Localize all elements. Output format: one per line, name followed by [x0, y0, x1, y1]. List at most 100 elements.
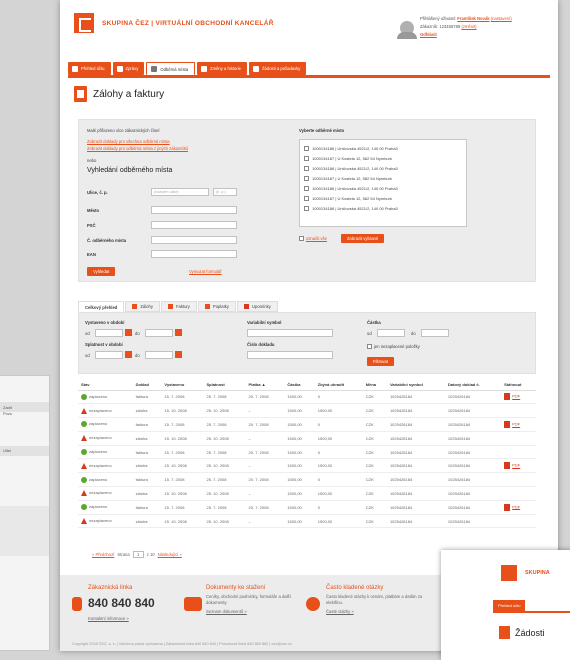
- faq-text: Často kladené otázky k cenám, platbám a …: [326, 594, 423, 605]
- select-all-checkbox[interactable]: [299, 236, 304, 241]
- prev-page-link[interactable]: « Předchozí: [92, 552, 114, 557]
- city-input[interactable]: [151, 206, 237, 214]
- logout-link[interactable]: Odhlásit: [420, 32, 437, 37]
- search-button[interactable]: Vyhledat: [87, 267, 116, 276]
- calendar-icon[interactable]: [175, 351, 182, 358]
- cell-due: 25. 7. 2008: [203, 417, 246, 432]
- filter-button[interactable]: Filtrovat: [367, 357, 394, 366]
- tab-fees[interactable]: Poplatky: [197, 301, 236, 312]
- zip-input[interactable]: [151, 221, 237, 229]
- faq-link[interactable]: Časté otázky »: [326, 609, 426, 615]
- consumption-point-checkbox[interactable]: [304, 175, 309, 181]
- tab-messages[interactable]: Zprávy: [112, 62, 145, 75]
- column-header: Vystaveno: [161, 379, 204, 391]
- tab-reminders[interactable]: Upomínky: [236, 301, 278, 312]
- doc-number-input[interactable]: [247, 351, 333, 359]
- ean-input[interactable]: [151, 250, 237, 258]
- pdf-icon[interactable]: [504, 393, 511, 401]
- change-customer-link[interactable]: (změnit): [461, 24, 476, 29]
- cell-currency: CZK: [362, 486, 387, 501]
- consumption-point-checkbox[interactable]: [304, 155, 309, 161]
- table-row[interactable]: zaplaceno faktura 15. 7. 2008 25. 7. 2008 20…: [78, 472, 536, 488]
- consumption-point-checkbox[interactable]: [304, 195, 309, 201]
- table-row[interactable]: zaplaceno faktura 15. 7. 2008 25. 7. 2008 20…: [78, 500, 536, 515]
- table-row[interactable]: nezaplaceno záloha 15. 10. 2008 25. 10. 200…: [78, 458, 536, 474]
- due-to-input[interactable]: [145, 351, 173, 359]
- overlay-tab[interactable]: Přehled účtu: [493, 600, 526, 611]
- documents-link[interactable]: Seznam dokumentů »: [206, 609, 306, 615]
- cell-due: 25. 7. 2008: [203, 390, 246, 405]
- pdf-link[interactable]: PDF: [512, 394, 520, 399]
- cez-logo[interactable]: [74, 13, 94, 33]
- consumption-point-checkbox[interactable]: [304, 145, 309, 151]
- pdf-link[interactable]: PDF: [512, 504, 520, 509]
- consumption-point-item[interactable]: 1000134186 | Uničovská 4521/2, 140 00 Pr…: [304, 183, 462, 193]
- other-customers-link[interactable]: Zobrazit doklady pro odběrná místa z jin…: [87, 146, 188, 151]
- issued-to-input[interactable]: [145, 329, 173, 337]
- pdf-icon[interactable]: [504, 420, 511, 428]
- pdf-icon[interactable]: [504, 503, 511, 511]
- pdf-icon[interactable]: [504, 462, 511, 470]
- calendar-icon[interactable]: [125, 351, 132, 358]
- all-points-link[interactable]: Zobrazit doklady pro všechna odběrná mís…: [87, 139, 170, 144]
- due-from-input[interactable]: [95, 351, 123, 359]
- cell-doc: faktura: [132, 417, 162, 432]
- calendar-icon[interactable]: [125, 329, 132, 336]
- next-page-link[interactable]: Následující »: [158, 552, 182, 557]
- tab-consumption-points[interactable]: Odběrná místa: [146, 62, 196, 75]
- house-number-input[interactable]: (č. p.): [213, 188, 237, 196]
- tab-overview[interactable]: Celkový přehled: [78, 301, 125, 312]
- warning-icon: [81, 462, 87, 469]
- tab-deposits[interactable]: Zálohy: [125, 301, 160, 312]
- cell-currency: CZK: [362, 390, 387, 405]
- consumption-point-item[interactable]: 1000134186 | Uničovská 4521/2, 140 00 Pr…: [304, 143, 462, 153]
- table-row[interactable]: zaplaceno faktura 15. 7. 2008 25. 7. 2008 20…: [78, 417, 536, 432]
- table-row[interactable]: zaplaceno faktura 15. 7. 2008 25. 7. 2008 20…: [78, 445, 536, 460]
- contact-link[interactable]: Kontaktní informace »: [88, 616, 155, 622]
- clear-form-link[interactable]: Vymazat formulář: [189, 269, 222, 274]
- consumption-point-item[interactable]: 1000134187 | U Kostela 12, 582 54 Nymbur…: [304, 173, 462, 183]
- var-symbol-input[interactable]: [247, 329, 333, 337]
- show-selected-button[interactable]: Zobrazit vybrané: [341, 234, 385, 243]
- table-row[interactable]: zaplaceno faktura 15. 7. 2008 25. 7. 2008 20…: [78, 390, 536, 405]
- pdf-link[interactable]: PDF: [512, 422, 520, 427]
- amount-from-input[interactable]: [377, 329, 405, 337]
- check-circle-icon: [81, 504, 87, 511]
- user-name-link[interactable]: František Novák: [457, 16, 489, 21]
- tab-requests[interactable]: Žádosti a požadavky: [248, 62, 307, 75]
- issued-from-input[interactable]: [95, 329, 123, 337]
- tab-label: Zprávy: [125, 66, 139, 71]
- table-row[interactable]: nezaplaceno záloha 15. 10. 2008 25. 10. 200…: [78, 514, 536, 529]
- column-header: Stáhnout: [501, 379, 536, 391]
- settings-link[interactable]: (nastavení): [491, 16, 512, 21]
- tab-changes-history[interactable]: Změny a historie: [197, 62, 247, 75]
- status-cell: nezaplaceno: [78, 458, 133, 474]
- cell-dd: 1025426184: [444, 486, 502, 501]
- table-row[interactable]: nezaplaceno záloha 15. 10. 2008 25. 10. 200…: [78, 431, 536, 446]
- calendar-icon[interactable]: [175, 329, 182, 336]
- cell-payment: 20. 7. 2008: [245, 472, 285, 488]
- select-all[interactable]: označit vše: [299, 236, 327, 241]
- consumption-point-checkbox[interactable]: [304, 185, 309, 191]
- unpaid-only-checkbox[interactable]: [367, 344, 372, 349]
- tab-invoices[interactable]: Faktury: [160, 301, 197, 312]
- consumption-point-checkbox[interactable]: [304, 205, 309, 211]
- pdf-link[interactable]: PDF: [512, 463, 520, 468]
- table-row[interactable]: nezaplaceno záloha 15. 10. 2008 25. 10. 200…: [78, 403, 536, 419]
- consumption-point-item[interactable]: 1000134187 | U Kostela 12, 582 54 Nymbur…: [304, 193, 462, 203]
- page-input[interactable]: 1: [132, 551, 144, 558]
- column-header[interactable]: Platba ▲: [245, 379, 285, 391]
- consumption-point-checkbox[interactable]: [304, 165, 309, 171]
- unpaid-only[interactable]: jen nezaplacené položky: [367, 344, 420, 349]
- street-input[interactable]: (názvem ulice): [151, 188, 209, 196]
- amount-to-input[interactable]: [421, 329, 449, 337]
- tab-account-overview[interactable]: Přehled účtu: [68, 62, 111, 75]
- consumption-point-item[interactable]: 1000134186 | Uničovská 4521/2, 140 00 Pr…: [304, 203, 462, 213]
- consumption-point-item[interactable]: 1000134187 | U Kostela 12, 582 54 Nymbur…: [304, 153, 462, 163]
- page-count: z 10: [146, 552, 155, 557]
- table-row[interactable]: nezaplaceno záloha 15. 10. 2008 25. 10. 200…: [78, 486, 536, 501]
- consumption-point-item[interactable]: 1000134186 | Uničovská 4521/2, 140 00 Pr…: [304, 163, 462, 173]
- point-number-input[interactable]: [151, 236, 237, 244]
- consumption-point-label: 1000134186 | Uničovská 4521/2, 140 00 Pr…: [312, 205, 398, 211]
- cell-doc: záloha: [132, 514, 162, 529]
